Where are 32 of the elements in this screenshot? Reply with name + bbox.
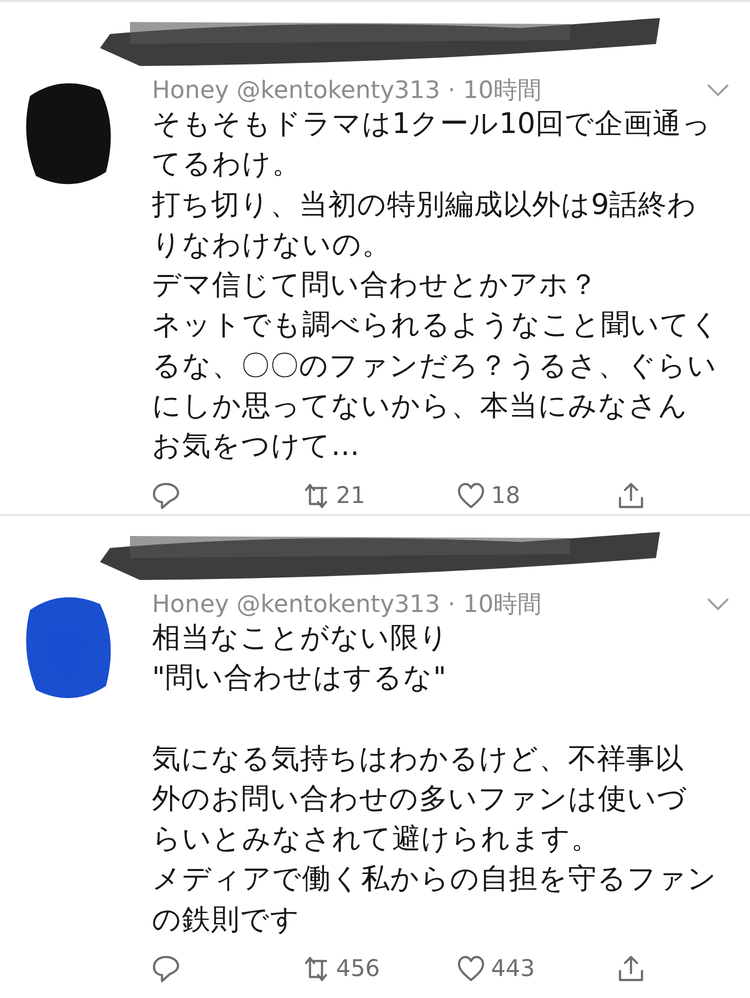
tweet-text-line: てるわけ。: [152, 146, 302, 182]
tweet-text-line: メディアで働く私からの自担を守るファン: [152, 861, 718, 898]
share-icon[interactable]: [617, 955, 645, 984]
tweet-text-line: 相当なことがない限り: [152, 620, 450, 656]
author-line: Honey @kentokenty313 · 10時間: [152, 590, 542, 618]
reply-icon[interactable]: [152, 955, 180, 984]
tweet-text-line: 打ち切り、当初の特別編成以外は9話終わ: [152, 186, 698, 223]
tweet-text-line: お気をつけて…: [152, 428, 360, 464]
retweet-icon: [302, 955, 330, 984]
author-line: Honey @kentokenty313 · 10時間: [152, 76, 542, 104]
tweet-text-line: 外のお問い合わせの多いファンは使いづ: [152, 780, 688, 817]
retweet-button[interactable]: 21: [302, 478, 457, 514]
chevron-icon[interactable]: [706, 83, 730, 97]
share-icon[interactable]: [617, 482, 645, 510]
tweet-text-line: ネットでも調べられるようなこと聞いてく: [152, 307, 721, 344]
tweet-text-line: りなわけないの。: [152, 226, 392, 263]
heart-icon: [457, 482, 485, 510]
retweet-button[interactable]: 456: [302, 952, 457, 987]
reply-icon[interactable]: [152, 482, 180, 510]
tweet-text-line: 気になる気持ちはわかるけど、不祥事以: [152, 740, 685, 777]
tweet-text-line: デマ信じて問い合わせとかアホ？: [152, 267, 599, 304]
like-button[interactable]: 443: [457, 952, 617, 987]
tweet-text-line: にしか思ってないから、本当にみなさん: [152, 388, 689, 424]
heart-icon: [457, 955, 485, 984]
tweet-text-line: るな、〇〇のファンだろ？うるさ、ぐらい: [152, 348, 718, 384]
tweet-text-line: らいとみなされて避けられます。: [152, 821, 601, 858]
tweet-text-line: の鉄則です: [152, 902, 301, 938]
like-button[interactable]: 18: [457, 478, 617, 514]
retweet-icon: [302, 482, 330, 510]
tweet-text-line: そもそもドラマは1クール10回で企画通っ: [152, 106, 712, 142]
tweet-text-line: "問い合わせはするな": [152, 660, 448, 696]
chevron-icon[interactable]: [706, 597, 730, 611]
